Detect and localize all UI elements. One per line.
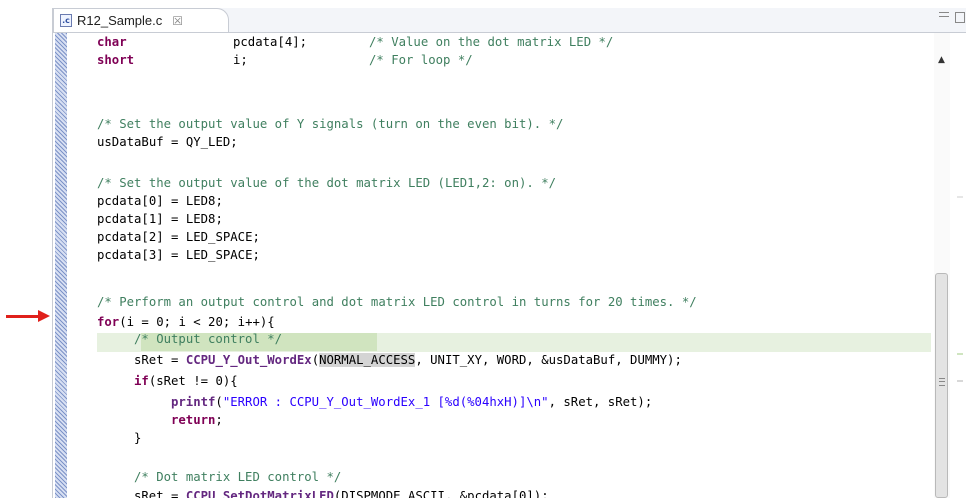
overview-ruler[interactable] bbox=[951, 33, 966, 498]
code-line: printf("ERROR : CCPU_Y_Out_WordEx_1 [%d(… bbox=[171, 395, 653, 409]
code-line-current: for(i = 0; i < 20; i++){ bbox=[97, 315, 275, 329]
scroll-grip-icon bbox=[939, 378, 945, 386]
annotation-arrow-head bbox=[38, 310, 50, 322]
code-comment: /* Perform an output control and dot mat… bbox=[97, 295, 697, 309]
code-line: sRet = CCPU_SetDotMatrixLED(DISPMODE_ASC… bbox=[134, 489, 549, 498]
c-file-icon: .c bbox=[60, 14, 72, 27]
code-line: return; bbox=[171, 413, 223, 427]
code-comment: /* Set the output value of the dot matri… bbox=[97, 176, 557, 190]
code-comment: /* Dot matrix LED control */ bbox=[134, 470, 342, 484]
code-line: pcdata[3] = LED_SPACE; bbox=[97, 248, 260, 262]
code-line: pcdata[0] = LED8; bbox=[97, 194, 223, 208]
scroll-up-arrow-icon[interactable]: ▲ bbox=[938, 55, 945, 65]
tab-r12-sample-c[interactable]: .c R12_Sample.c ☒ bbox=[53, 8, 229, 32]
code-comment: /* Output control */ bbox=[134, 332, 283, 346]
code-line: sRet = CCPU_Y_Out_WordEx(NORMAL_ACCESS, … bbox=[134, 353, 682, 367]
overview-marker[interactable] bbox=[957, 380, 963, 382]
code-comment: /* Set the output value of Y signals (tu… bbox=[97, 117, 564, 131]
maximize-icon[interactable] bbox=[955, 12, 965, 23]
code-editor: .c R12_Sample.c ☒ char pcdata[4];/* Value… bbox=[52, 8, 966, 498]
code-line: short i;/* For loop */ bbox=[97, 53, 473, 67]
overview-marker[interactable] bbox=[957, 196, 963, 198]
close-icon[interactable]: ☒ bbox=[172, 14, 183, 28]
code-line: usDataBuf = QY_LED; bbox=[97, 135, 238, 149]
code-line: if(sRet != 0){ bbox=[134, 374, 238, 388]
tab-title: R12_Sample.c bbox=[77, 13, 163, 28]
editor-ruler[interactable] bbox=[55, 33, 67, 498]
code-line: char pcdata[4];/* Value on the dot matrix… bbox=[97, 35, 614, 49]
code-line: } bbox=[134, 431, 142, 445]
editor-tab-bar: .c R12_Sample.c ☒ bbox=[53, 8, 966, 33]
vertical-scrollbar[interactable]: ▲ bbox=[934, 33, 950, 498]
scrollbar-thumb[interactable] bbox=[935, 273, 948, 498]
minimize-icon[interactable] bbox=[939, 12, 949, 17]
code-line: pcdata[2] = LED_SPACE; bbox=[97, 230, 260, 244]
code-text-area[interactable]: char pcdata[4];/* Value on the dot matrix… bbox=[97, 33, 931, 498]
code-line: pcdata[1] = LED8; bbox=[97, 212, 223, 226]
overview-marker[interactable] bbox=[957, 353, 963, 355]
annotation-arrow-shaft bbox=[6, 315, 40, 318]
